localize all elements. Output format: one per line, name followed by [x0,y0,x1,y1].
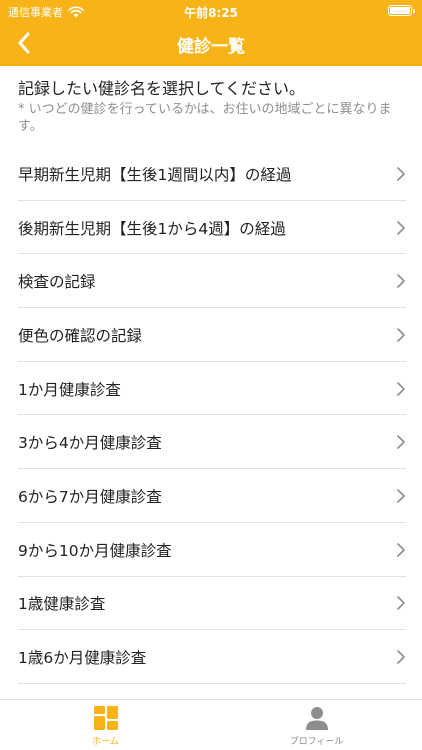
chevron-right-icon [397,542,405,557]
list-item[interactable]: 便色の確認の記録 [0,308,422,362]
navigation-header: 通信事業者 午前8:25 健診一覧 [0,0,422,66]
list-item-label: 9から10か月健康診査 [18,541,172,560]
chevron-right-icon [397,650,405,664]
tab-profile[interactable]: プロフィール [211,705,422,749]
tab-profile-label: プロフィール [289,737,344,747]
list-item[interactable]: 1歳6か月健康診査 [0,630,422,684]
person-icon [305,707,328,730]
list-item-label: 後期新生児期【生後1から4週】の経過 [18,219,286,238]
status-bar: 通信事業者 午前8:25 [0,0,422,22]
list-item-label: 便色の確認の記録 [18,326,143,345]
chevron-right-icon [397,435,405,450]
list-item-label: 6から7か月健康診査 [18,487,162,506]
list-item[interactable]: 6から7か月健康診査 [0,469,422,523]
list-item-label: 1歳健康診査 [18,595,106,614]
list-item[interactable]: 3から4か月健康診査 [0,415,422,469]
chevron-right-icon [397,328,405,342]
chevron-right-icon [397,381,405,396]
list-item-label: 1歳6か月健康診査 [18,649,147,668]
list-item[interactable]: 1歳健康診査 [0,577,422,631]
list-item[interactable]: 後期新生児期【生後1から4週】の経過 [0,201,422,255]
list-item[interactable]: 検査の記録 [0,254,422,308]
checkup-list: 早期新生児期【生後1週間以内】の経過 後期新生児期【生後1から4週】の経過 検査… [0,147,422,684]
list-item-label: 検査の記録 [18,273,96,292]
list-item[interactable]: 早期新生児期【生後1週間以内】の経過 [0,147,422,201]
tab-bar: ホーム プロフィール [0,699,422,750]
tab-home-label: ホーム [92,737,119,747]
list-item-label: 3から4か月健康診査 [18,434,162,453]
dashboard-icon [93,706,118,730]
status-time: 午前8:25 [184,6,238,20]
chevron-right-icon [397,489,405,503]
chevron-right-icon [397,274,405,289]
list-item-label: 1か月健康診査 [18,380,121,399]
tab-home[interactable]: ホーム [0,705,211,749]
list-item[interactable]: 9から10か月健康診査 [0,523,422,577]
list-item-label: 早期新生児期【生後1週間以内】の経過 [18,165,292,184]
instruction-text: 記録したい健診名を選択してください。 [18,79,306,98]
battery-icon [388,5,415,16]
chevron-right-icon [397,220,405,235]
instructions: 記録したい健診名を選択してください。 * いつどの健診を行っているかは、お住いの… [18,78,410,135]
chevron-right-icon [397,596,405,611]
page-title: 健診一覧 [177,37,245,57]
chevron-right-icon [397,167,405,181]
instruction-note: * いつどの健診を行っているかは、お住いの地域ごとに異なります。 [18,102,392,134]
list-item[interactable]: 1か月健康診査 [0,362,422,416]
